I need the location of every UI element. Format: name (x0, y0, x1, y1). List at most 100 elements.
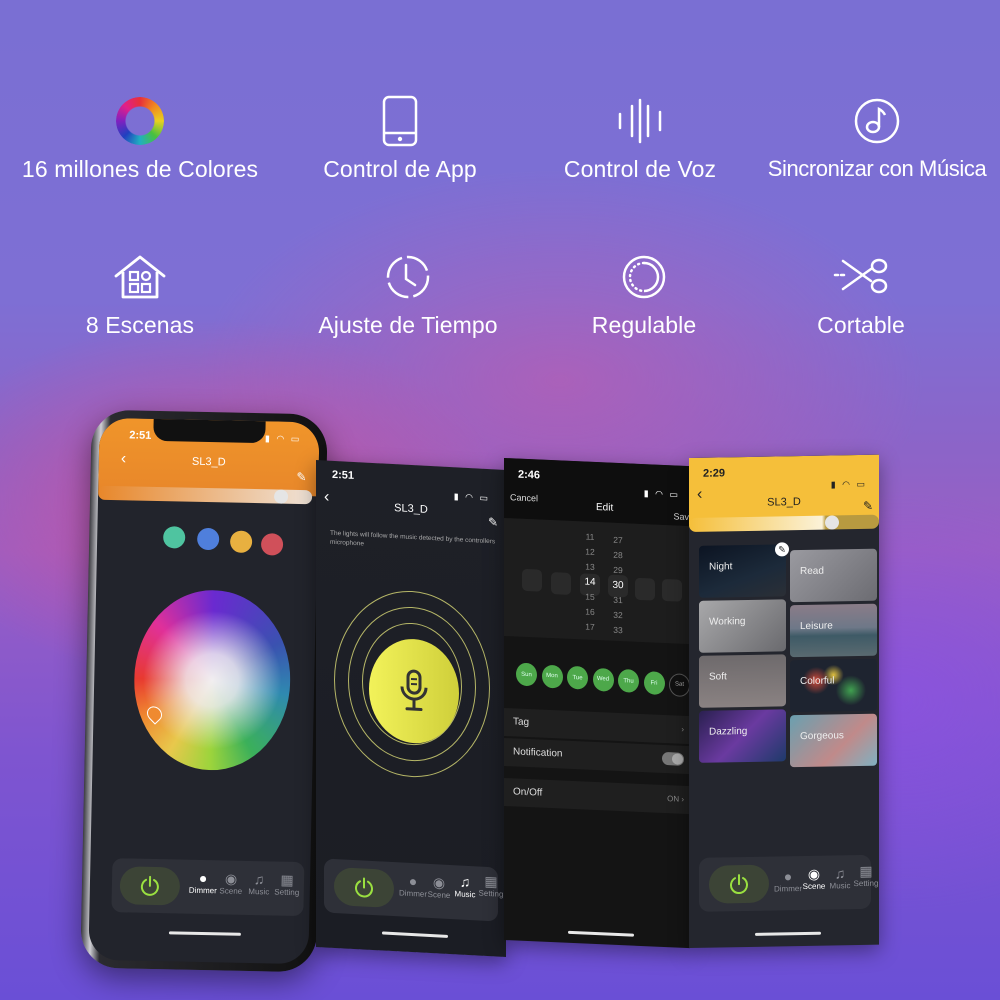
home-indicator (382, 931, 448, 938)
tab-setting[interactable]: ▦ Setting (270, 871, 305, 897)
picker-value[interactable]: 29 (606, 562, 630, 578)
power-button[interactable] (119, 866, 181, 906)
scene-tile-working[interactable]: Working (699, 599, 786, 653)
edit-icon[interactable]: ✎ (863, 499, 873, 513)
scene-label: Night (709, 561, 733, 573)
power-button[interactable] (709, 864, 769, 904)
picker-value[interactable]: 14 (578, 574, 602, 590)
color-picker-pin[interactable] (143, 703, 166, 725)
bottom-tab-bar: ● Dimmer ◉ Scene ♫ Music ▦ Setting (324, 858, 503, 922)
preset-color-4[interactable] (260, 533, 284, 556)
chevron-right-icon: › (681, 724, 684, 734)
power-button[interactable] (334, 866, 394, 909)
scene-label: Soft (709, 671, 727, 683)
feature-label: Regulable (591, 312, 697, 338)
day-toggle-tue[interactable]: Tue (567, 665, 588, 690)
scene-tile-gorgeous[interactable]: Gorgeous (790, 713, 877, 768)
feature-label: Control de App (323, 156, 477, 182)
home-scenes-icon (15, 248, 265, 306)
scenes-screen: 2:29 ▮ ◠ ▭ ‹ SL3_D ✎ Night Read Working Lei… (689, 454, 879, 948)
scene-label: Read (800, 565, 824, 578)
feature-label: Control de Voz (563, 156, 717, 182)
repeat-days: Sun Mon Tue Wed Thu Fri Sat (504, 654, 690, 706)
clock-icon (283, 248, 533, 306)
edit-icon[interactable]: ✎ (488, 515, 498, 530)
scene-label: Working (709, 616, 746, 628)
scene-tile-night[interactable]: Night (699, 544, 786, 598)
save-button[interactable]: Save (673, 511, 690, 522)
picker-value[interactable]: 17 (578, 619, 602, 635)
preset-color-1[interactable] (162, 526, 186, 549)
music-description: The lights will follow the music detecte… (330, 529, 496, 548)
voice-wave-icon (515, 92, 765, 150)
scene-label: Gorgeous (800, 730, 844, 743)
status-icons: ▮ ◠ ▭ (643, 488, 680, 500)
feature-label: 8 Escenas (85, 312, 195, 338)
picker-value[interactable]: 33 (606, 622, 630, 638)
day-toggle-wed[interactable]: Wed (592, 667, 614, 692)
status-time: 2:51 (332, 468, 355, 482)
grid-icon: ▦ (280, 871, 294, 888)
day-toggle-fri[interactable]: Fri (643, 671, 665, 696)
device-title: SL3_D (767, 496, 801, 509)
status-time: 2:46 (518, 468, 541, 482)
day-toggle-sat[interactable]: Sat (669, 672, 690, 697)
brightness-slider[interactable] (689, 514, 879, 532)
picker-value[interactable]: 11 (578, 529, 602, 545)
scissors-icon (736, 248, 986, 306)
feature-app-control: Control de App (275, 92, 525, 183)
power-icon (730, 874, 748, 895)
picker-value[interactable]: 15 (578, 589, 602, 605)
scene-tile-read[interactable]: Read (790, 548, 877, 603)
scene-tile-soft[interactable]: Soft (699, 654, 786, 708)
scene-tile-dazzling[interactable]: Dazzling (699, 709, 786, 763)
status-icons: ▮ ◠ ▭ (453, 491, 490, 504)
picker-value[interactable]: 13 (578, 559, 602, 575)
dimmer-icon (519, 248, 769, 306)
picker-value[interactable]: 32 (606, 607, 630, 623)
cancel-button[interactable]: Cancel (510, 492, 538, 503)
grid-icon: ▦ (859, 862, 873, 880)
time-picker[interactable]: 11 12 13 14 15 16 17 27 28 29 30 31 32 33 (504, 518, 690, 645)
scene-label: Dazzling (709, 725, 748, 738)
power-icon (140, 875, 159, 896)
color-wheel[interactable] (132, 588, 293, 772)
feature-timer: Ajuste de Tiempo (283, 248, 533, 339)
brightness-slider-knob[interactable] (273, 489, 288, 504)
status-time: 2:29 (703, 467, 726, 480)
scene-tile-leisure[interactable]: Leisure (790, 603, 877, 658)
preset-color-2[interactable] (196, 527, 220, 551)
microphone-icon (400, 669, 428, 712)
picker-value[interactable]: 12 (578, 544, 602, 560)
picker-value[interactable]: 27 (606, 532, 630, 548)
smartphone-icon (275, 92, 525, 150)
music-note-icon (752, 92, 1000, 150)
picker-value[interactable]: 31 (606, 592, 630, 608)
tab-setting[interactable]: ▦ Setting (849, 863, 879, 889)
hour-column[interactable]: 11 12 13 14 15 16 17 (578, 529, 602, 635)
picker-slot (551, 572, 571, 595)
preset-color-3[interactable] (229, 530, 253, 553)
scene-tile-colorful[interactable]: Colorful (790, 658, 877, 713)
feature-scenes: 8 Escenas (15, 248, 265, 339)
phone-dimmer: 2:51 ▮ ◠ ▭ ‹ SL3_D ✎ ● Dimmer ◉ Scene ♫ Mus… (80, 409, 328, 973)
day-toggle-mon[interactable]: Mon (541, 664, 563, 689)
tab-setting[interactable]: ▦ Setting (474, 872, 508, 899)
picker-value[interactable]: 28 (606, 547, 630, 563)
feature-label: Cortable (817, 312, 905, 338)
bottom-tab-bar: ● Dimmer ◉ Scene ♫ Music ▦ Setting (699, 854, 878, 912)
feature-music-sync: Sincronizar con Música (752, 92, 1000, 182)
minute-column[interactable]: 27 28 29 30 31 32 33 (606, 532, 630, 638)
picker-slot (522, 568, 542, 592)
edit-scene-icon[interactable]: ✎ (775, 542, 789, 557)
day-toggle-sun[interactable]: Sun (516, 662, 537, 687)
onoff-row[interactable]: On/Off ON › (504, 778, 690, 815)
feature-dimmable: Regulable (519, 248, 769, 339)
edit-header: 2:46 ▮ ◠ ▭ Cancel Edit Save (504, 458, 690, 527)
picker-value[interactable]: 30 (606, 577, 630, 593)
picker-value[interactable]: 16 (578, 604, 602, 620)
day-toggle-thu[interactable]: Thu (618, 669, 639, 694)
brightness-slider-knob[interactable] (824, 515, 839, 530)
notification-toggle[interactable] (662, 751, 684, 766)
edit-icon[interactable]: ✎ (296, 470, 306, 484)
